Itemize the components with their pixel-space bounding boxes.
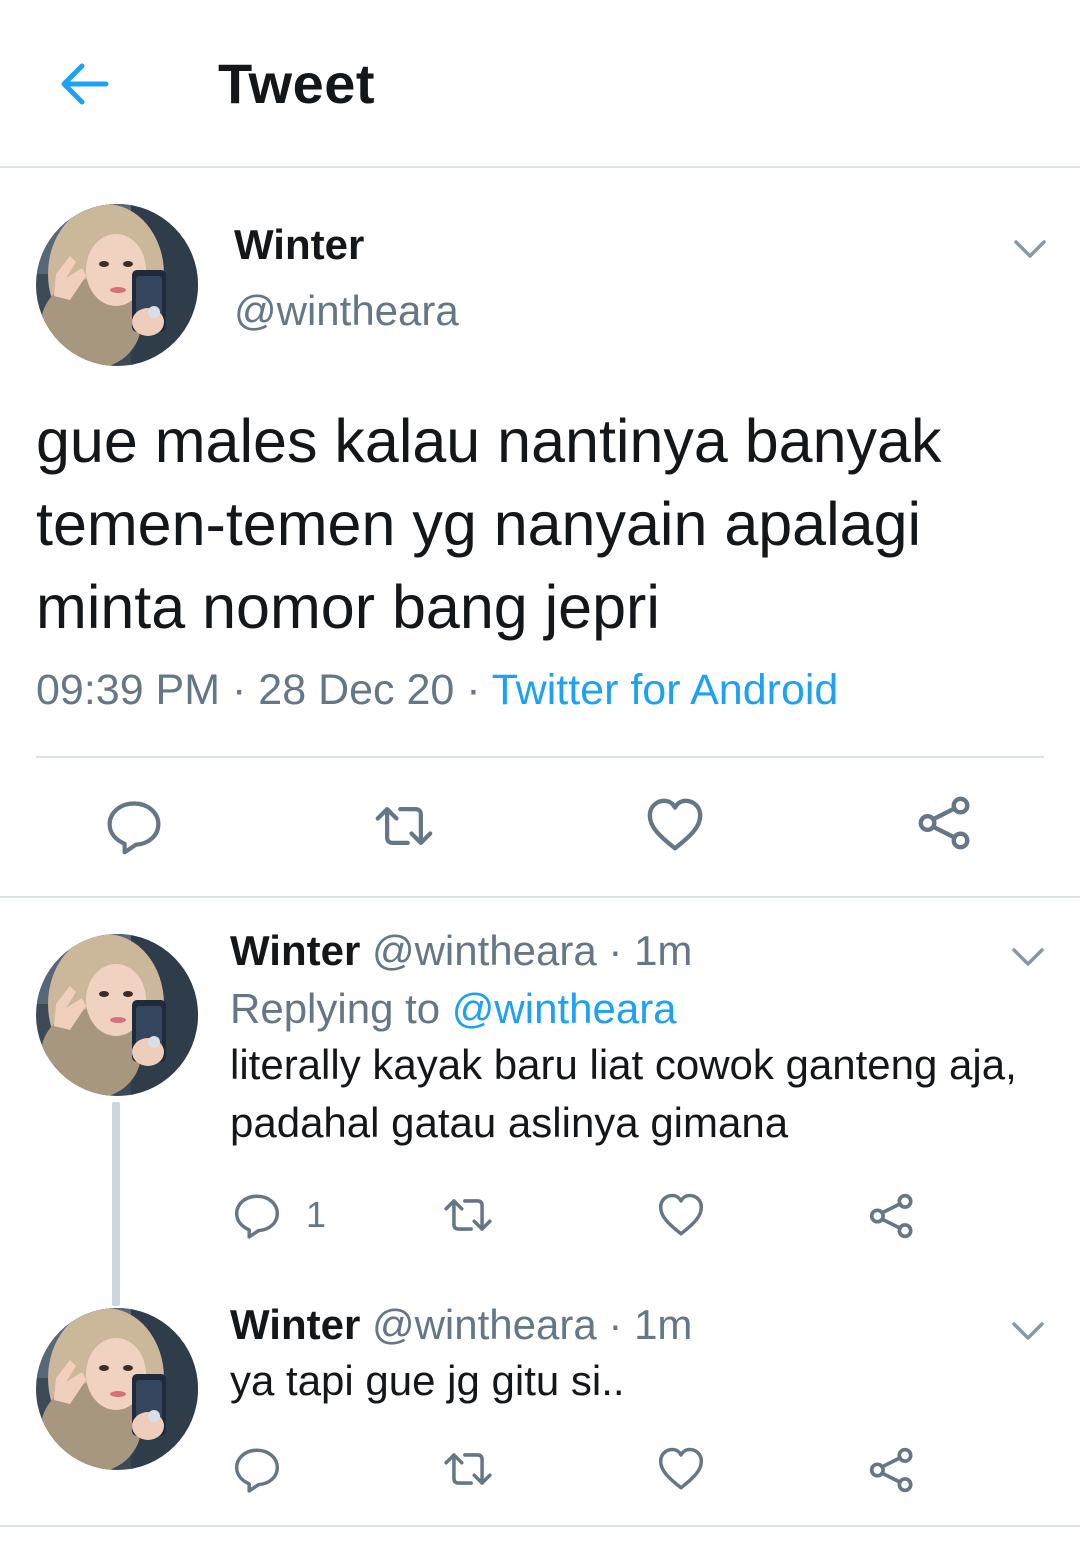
- chevron-down-icon: [1008, 226, 1052, 270]
- reply-button[interactable]: 1: [232, 1190, 326, 1240]
- retweet-icon: [370, 796, 438, 856]
- like-icon: [644, 794, 706, 856]
- like-button[interactable]: [656, 1444, 706, 1494]
- share-icon: [866, 1444, 918, 1496]
- like-icon: [656, 1190, 706, 1240]
- page-title: Tweet: [218, 52, 376, 115]
- like-icon: [656, 1444, 706, 1494]
- share-button[interactable]: [866, 1444, 918, 1496]
- author-name[interactable]: Winter: [230, 927, 360, 974]
- meta-separator: ·: [232, 666, 247, 714]
- retweet-button[interactable]: [440, 1190, 496, 1240]
- reply-tweet[interactable]: Winter @wintheara · 1m Replying to @wint…: [0, 898, 1080, 1306]
- divider: [36, 756, 1044, 758]
- tweet-menu-button[interactable]: [1006, 934, 1050, 978]
- retweet-icon: [440, 1190, 496, 1240]
- avatar-image: [36, 1308, 198, 1470]
- top-bar: Tweet: [0, 0, 1080, 168]
- replying-to-label: Replying to: [230, 985, 441, 1032]
- reply-count: 1: [306, 1194, 327, 1235]
- divider: [0, 1525, 1080, 1527]
- tweet-text: gue males kalau nantinya banyak temen-te…: [36, 407, 942, 641]
- main-tweet: Winter @wintheara gue males kalau nantin…: [0, 168, 1080, 898]
- chevron-down-icon: [1006, 1308, 1050, 1352]
- reply-tweet[interactable]: Winter @wintheara · 1m ya tapi gue jg gi…: [0, 1272, 1080, 1522]
- author-name[interactable]: Winter: [234, 220, 364, 270]
- reply-button[interactable]: [232, 1444, 282, 1494]
- mention-link[interactable]: @wintheara: [452, 985, 677, 1032]
- avatar[interactable]: [36, 934, 198, 1096]
- tweet-menu-button[interactable]: [1006, 1308, 1050, 1352]
- retweet-icon: [440, 1444, 496, 1494]
- retweet-button[interactable]: [440, 1444, 496, 1494]
- author-name[interactable]: Winter: [230, 1301, 360, 1348]
- back-button[interactable]: [52, 52, 116, 116]
- reply-header: Winter @wintheara · 1m: [230, 926, 692, 976]
- reply-icon: [232, 1190, 282, 1240]
- avatar[interactable]: [36, 204, 198, 366]
- replying-to-line: Replying to @wintheara: [230, 984, 677, 1034]
- meta-separator: ·: [466, 666, 481, 714]
- like-button[interactable]: [656, 1190, 706, 1240]
- chevron-down-icon: [1006, 934, 1050, 978]
- tweet-time: 1m: [634, 927, 693, 974]
- tweet-time: 09:39 PM: [36, 666, 221, 714]
- like-button[interactable]: [644, 794, 706, 856]
- share-icon: [914, 792, 976, 854]
- share-button[interactable]: [866, 1190, 918, 1242]
- tweet-text: literally kayak baru liat cowok ganteng …: [230, 1041, 1017, 1146]
- reply-header: Winter @wintheara · 1m: [230, 1300, 692, 1350]
- header-separator: ·: [608, 1301, 623, 1348]
- avatar-image: [36, 934, 198, 1096]
- author-handle[interactable]: @wintheara: [372, 927, 597, 974]
- reply-button[interactable]: [104, 796, 164, 856]
- tweet-date: 28 Dec 20: [258, 666, 455, 714]
- header-separator: ·: [608, 927, 623, 974]
- author-handle[interactable]: @wintheara: [372, 1301, 597, 1348]
- tweet-text: ya tapi gue jg gitu si..: [230, 1357, 625, 1404]
- share-icon: [866, 1190, 918, 1242]
- tweet-menu-button[interactable]: [1008, 226, 1052, 270]
- reply-icon: [232, 1444, 282, 1494]
- retweet-button[interactable]: [370, 796, 438, 856]
- tweet-source-link[interactable]: Twitter for Android: [492, 666, 839, 714]
- author-handle[interactable]: @wintheara: [234, 286, 459, 336]
- reply-icon: [104, 796, 164, 856]
- arrow-left-icon: [61, 63, 109, 105]
- avatar[interactable]: [36, 1308, 198, 1470]
- tweet-time: 1m: [634, 1301, 693, 1348]
- avatar-image: [36, 204, 198, 366]
- share-button[interactable]: [914, 792, 976, 854]
- tweet-meta: 09:39 PM · 28 Dec 20 · Twitter for Andro…: [36, 662, 838, 718]
